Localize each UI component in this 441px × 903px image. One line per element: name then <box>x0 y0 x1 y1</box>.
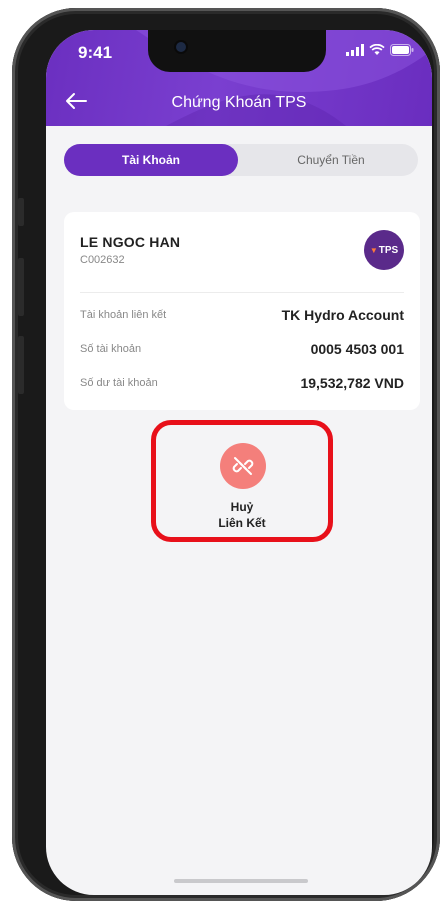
unlink-label-line2: Liên Kết <box>218 516 266 530</box>
wifi-icon <box>369 44 385 55</box>
linked-account-label: Tài khoản liên kết <box>80 309 167 321</box>
front-camera <box>176 42 186 52</box>
tps-logo: ▼ TPS <box>364 230 404 270</box>
home-indicator[interactable] <box>174 879 308 883</box>
linked-account-value: TK Hydro Account <box>281 307 404 323</box>
unlink-button[interactable]: Huỷ Liên Kết <box>151 420 333 542</box>
page-title: Chứng Khoán TPS <box>171 94 307 111</box>
tps-logo-triangle-icon: ▼ <box>369 245 378 255</box>
status-time: 9:41 <box>78 43 113 62</box>
app-header: 9:41 Chứng Khoán TPS <box>46 30 432 126</box>
balance-value: 19,532,782 VND <box>300 375 404 391</box>
unlink-icon-circle <box>220 443 266 489</box>
tps-logo-text: TPS <box>378 244 399 256</box>
linked-account-row: Tài khoản liên kết TK Hydro Account <box>80 306 404 324</box>
balance-label: Số dư tài khoản <box>80 377 158 389</box>
account-number-label: Số tài khoản <box>80 343 142 355</box>
volume-up-button <box>18 258 24 316</box>
account-number-value: 0005 4503 001 <box>310 341 404 357</box>
account-code: C002632 <box>80 254 125 266</box>
volume-down-button <box>18 336 24 394</box>
tab-tai-khoan[interactable]: Tài Khoản <box>64 144 238 176</box>
signal-icon <box>346 44 364 56</box>
notch <box>148 30 326 72</box>
unlink-label: Huỷ Liên Kết <box>156 499 328 531</box>
account-number-row: Số tài khoản 0005 4503 001 <box>80 340 404 358</box>
unlink-icon <box>232 457 254 475</box>
unlink-label-line1: Huỷ <box>230 500 254 514</box>
balance-row: Số dư tài khoản 19,532,782 VND <box>80 374 404 392</box>
account-card: LE NGOC HAN C002632 ▼ TPS Tài khoản liên… <box>64 212 420 410</box>
tab-chuyen-tien[interactable]: Chuyển Tiền <box>244 144 418 176</box>
card-divider <box>80 292 404 293</box>
status-icons <box>346 44 414 56</box>
app-screen: 9:41 Chứng Khoán TPS Tài Khoản Chuyển Ti… <box>46 30 432 895</box>
phone-frame: 9:41 Chứng Khoán TPS Tài Khoản Chuyển Ti… <box>12 8 440 901</box>
battery-icon <box>390 44 414 56</box>
mute-switch <box>18 198 24 226</box>
segmented-control: Tài Khoản Chuyển Tiền <box>64 144 418 176</box>
account-holder-name: LE NGOC HAN <box>80 234 181 250</box>
